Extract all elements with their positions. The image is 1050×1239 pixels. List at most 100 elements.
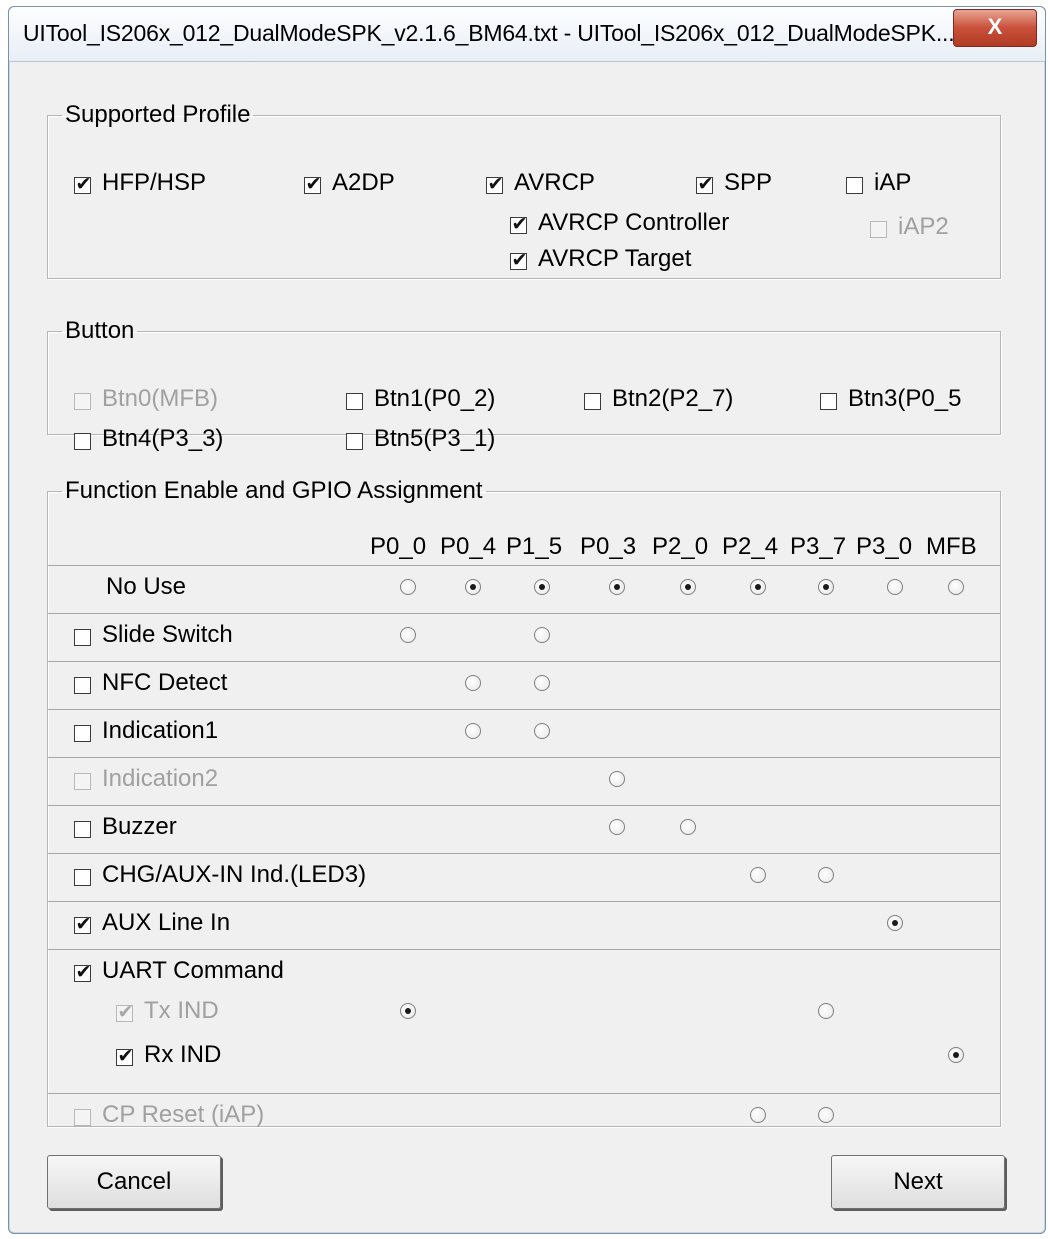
sub-rx-ind-label: Rx IND (144, 1041, 222, 1068)
row-buzzer-checkbox[interactable] (74, 821, 91, 838)
profile-iap-label: iAP (874, 169, 912, 196)
row-slide-switch-radio-p1-5[interactable] (534, 627, 550, 643)
row-no-use-radio-p2-4[interactable] (750, 579, 766, 595)
check-mark-icon: ✔ (487, 174, 504, 195)
profile-avrcp-target-label: AVRCP Target (538, 245, 692, 272)
profile-spp-label: SPP (724, 169, 773, 196)
sub-tx-ind-radio-p0-0[interactable] (400, 1003, 416, 1019)
check-mark-icon: ✔ (511, 214, 528, 235)
row-nfc-detect-radio-p0-4[interactable] (465, 675, 481, 691)
profile-avrcp-target-checkbox[interactable]: ✔ (510, 250, 527, 271)
row-no-use-radio-p0-4[interactable] (465, 579, 481, 595)
row-indication2-label: Indication2 (102, 765, 219, 792)
btn-btn4-p3-3-label: Btn4(P3_3) (102, 425, 224, 452)
row-chg-aux-in-ind-led3-checkbox[interactable] (74, 869, 91, 886)
row-divider (48, 901, 1000, 902)
column-header-p1-5: P1_5 (506, 533, 563, 560)
sub-tx-ind-label: Tx IND (144, 997, 219, 1024)
row-indication1-label: Indication1 (102, 717, 219, 744)
column-header-p0-3: P0_3 (580, 533, 637, 560)
dialog-client-area: Supported Profile ✔ HFP/HSP ✔ A2DP ✔ AVRCP ✔ SP… (9, 63, 1045, 1233)
row-cp-reset-iap-label: CP Reset (iAP) (102, 1101, 265, 1128)
row-divider (48, 805, 1000, 806)
row-divider (48, 565, 1000, 566)
row-indication1-radio-p0-4[interactable] (465, 723, 481, 739)
row-indication2-checkbox (74, 773, 91, 790)
btn-btn1-p0-2-checkbox[interactable] (346, 393, 363, 410)
column-header-mfb: MFB (926, 533, 977, 560)
close-button[interactable]: X (953, 9, 1037, 47)
row-no-use-radio-p3-7[interactable] (818, 579, 834, 595)
row-divider (48, 709, 1000, 710)
btn-btn2-p2-7-checkbox[interactable] (584, 393, 601, 410)
row-indication1-radio-p1-5[interactable] (534, 723, 550, 739)
row-divider (48, 853, 1000, 854)
profile-a2dp-checkbox[interactable]: ✔ (304, 174, 321, 195)
row-slide-switch-label: Slide Switch (102, 621, 233, 648)
cancel-button[interactable]: Cancel (47, 1155, 221, 1209)
row-cp-reset-iap-radio-p3-7[interactable] (818, 1107, 834, 1123)
row-no-use-radio-p3-0[interactable] (887, 579, 903, 595)
row-no-use-radio-p1-5[interactable] (534, 579, 550, 595)
btn-btn4-p3-3-checkbox[interactable] (74, 433, 91, 450)
row-cp-reset-iap-radio-p2-4[interactable] (750, 1107, 766, 1123)
profile-avrcp-checkbox[interactable]: ✔ (486, 174, 503, 195)
row-divider (48, 757, 1000, 758)
row-nfc-detect-checkbox[interactable] (74, 677, 91, 694)
check-mark-icon: ✔ (305, 174, 322, 195)
check-mark-icon: ✔ (117, 1046, 134, 1067)
row-buzzer-radio-p2-0[interactable] (680, 819, 696, 835)
sub-tx-ind-radio-p3-7[interactable] (818, 1003, 834, 1019)
profile-avrcp-label: AVRCP (514, 169, 595, 196)
row-no-use-radio-mfb[interactable] (948, 579, 964, 595)
profile-hfp-hsp-label: HFP/HSP (102, 169, 207, 196)
row-indication2-radio-p0-3[interactable] (609, 771, 625, 787)
row-aux-line-in-checkbox[interactable]: ✔ (74, 914, 91, 935)
next-button[interactable]: Next (831, 1155, 1005, 1209)
row-divider (48, 613, 1000, 614)
window-title: UITool_IS206x_012_DualModeSPK_v2.1.6_BM6… (23, 20, 955, 46)
column-header-p0-0: P0_0 (370, 533, 427, 560)
profile-avrcp-controller-checkbox[interactable]: ✔ (510, 214, 527, 235)
row-chg-aux-in-ind-led3-radio-p2-4[interactable] (750, 867, 766, 883)
row-divider (48, 949, 1000, 950)
row-uart-command-label: UART Command (102, 957, 284, 984)
row-slide-switch-checkbox[interactable] (74, 629, 91, 646)
column-header-p3-7: P3_7 (790, 533, 847, 560)
row-chg-aux-in-ind-led3-label: CHG/AUX-IN Ind.(LED3) (102, 861, 367, 888)
profile-avrcp-controller-label: AVRCP Controller (538, 209, 730, 236)
sub-rx-ind-radio-mfb[interactable] (948, 1047, 964, 1063)
check-mark-icon: ✔ (117, 1002, 134, 1023)
btn-btn3-p0-5-checkbox[interactable] (820, 393, 837, 410)
row-divider (48, 1093, 1000, 1094)
row-chg-aux-in-ind-led3-radio-p3-7[interactable] (818, 867, 834, 883)
row-slide-switch-radio-p0-0[interactable] (400, 627, 416, 643)
row-cp-reset-iap-checkbox (74, 1109, 91, 1126)
row-no-use-radio-p0-0[interactable] (400, 579, 416, 595)
profile-hfp-hsp-checkbox[interactable]: ✔ (74, 174, 91, 195)
function-gpio-group: Function Enable and GPIO Assignment P0_0… (47, 477, 1001, 1128)
profile-iap2-checkbox (870, 221, 887, 238)
row-uart-command-checkbox[interactable]: ✔ (74, 962, 91, 983)
row-aux-line-in-radio-p3-0[interactable] (887, 915, 903, 931)
btn-btn5-p3-1-label: Btn5(P3_1) (374, 425, 496, 452)
profile-spp-checkbox[interactable]: ✔ (696, 174, 713, 195)
row-nfc-detect-radio-p1-5[interactable] (534, 675, 550, 691)
row-indication1-checkbox[interactable] (74, 725, 91, 742)
sub-rx-ind-checkbox[interactable]: ✔ (116, 1046, 133, 1067)
row-buzzer-radio-p0-3[interactable] (609, 819, 625, 835)
btn-btn0-mfb-label: Btn0(MFB) (102, 385, 219, 412)
supported-profile-group: Supported Profile ✔ HFP/HSP ✔ A2DP ✔ AVRCP ✔ SP… (47, 101, 1001, 279)
profile-iap2-label: iAP2 (898, 213, 949, 240)
btn-btn1-p0-2-label: Btn1(P0_2) (374, 385, 496, 412)
row-no-use-radio-p2-0[interactable] (680, 579, 696, 595)
btn-btn5-p3-1-checkbox[interactable] (346, 433, 363, 450)
column-header-p0-4: P0_4 (440, 533, 497, 560)
row-buzzer-label: Buzzer (102, 813, 177, 840)
row-nfc-detect-label: NFC Detect (102, 669, 228, 696)
profile-iap-checkbox[interactable] (846, 177, 863, 194)
button-group-legend: Button (65, 317, 135, 344)
sub-tx-ind-checkbox: ✔ (116, 1002, 133, 1023)
row-aux-line-in-label: AUX Line In (102, 909, 231, 936)
row-no-use-radio-p0-3[interactable] (609, 579, 625, 595)
